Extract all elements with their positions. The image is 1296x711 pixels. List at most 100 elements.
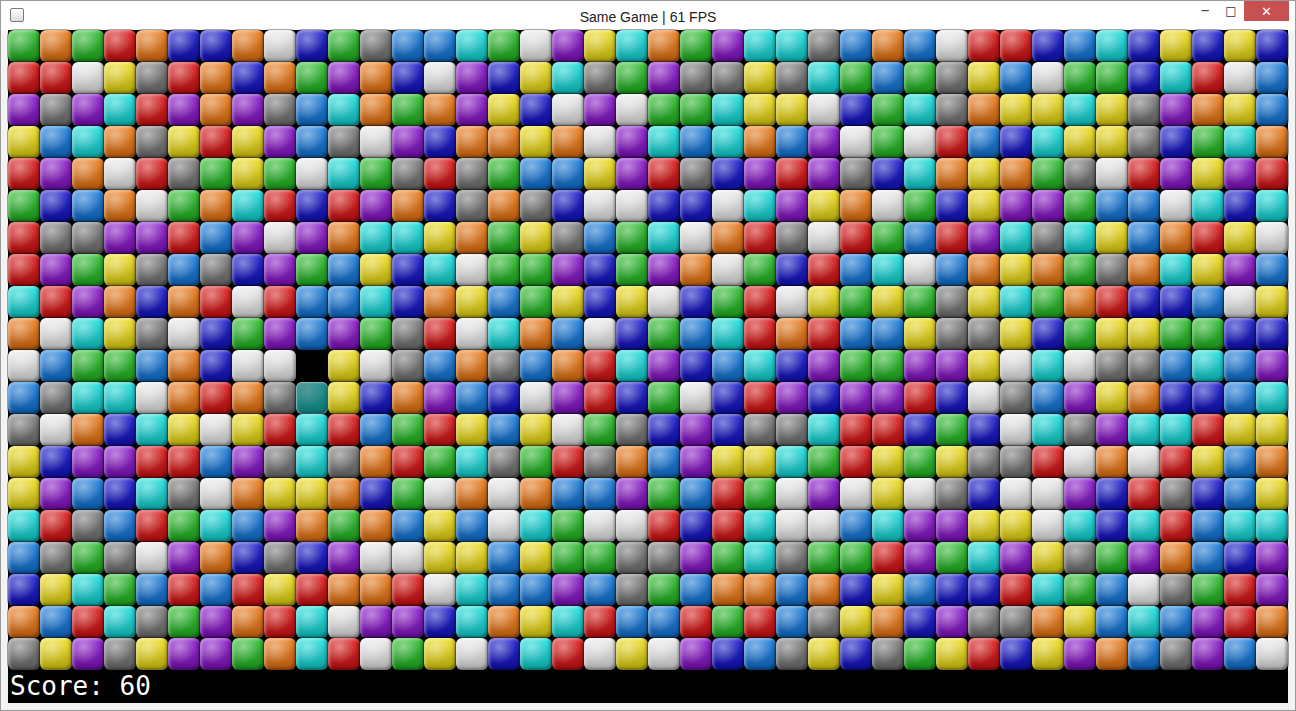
block[interactable] <box>424 574 456 606</box>
block[interactable] <box>712 94 744 126</box>
block[interactable] <box>232 638 264 670</box>
block[interactable] <box>712 190 744 222</box>
block[interactable] <box>1224 638 1256 670</box>
block[interactable] <box>456 94 488 126</box>
block[interactable] <box>936 446 968 478</box>
block[interactable] <box>40 126 72 158</box>
block[interactable] <box>616 286 648 318</box>
block[interactable] <box>264 30 296 62</box>
block[interactable] <box>488 158 520 190</box>
block[interactable] <box>392 382 424 414</box>
block[interactable] <box>424 254 456 286</box>
block[interactable] <box>40 478 72 510</box>
block[interactable] <box>776 414 808 446</box>
block[interactable] <box>1032 414 1064 446</box>
block[interactable] <box>520 350 552 382</box>
block[interactable] <box>328 254 360 286</box>
block[interactable] <box>936 574 968 606</box>
block[interactable] <box>520 510 552 542</box>
block[interactable] <box>200 446 232 478</box>
block[interactable] <box>1128 158 1160 190</box>
block[interactable] <box>936 606 968 638</box>
block[interactable] <box>1000 574 1032 606</box>
block[interactable] <box>296 126 328 158</box>
block[interactable] <box>1032 222 1064 254</box>
block[interactable] <box>104 638 136 670</box>
block[interactable] <box>456 62 488 94</box>
block[interactable] <box>776 30 808 62</box>
block[interactable] <box>8 94 40 126</box>
block[interactable] <box>136 94 168 126</box>
block[interactable] <box>360 382 392 414</box>
block[interactable] <box>1128 510 1160 542</box>
block[interactable] <box>680 478 712 510</box>
block[interactable] <box>1160 382 1192 414</box>
block[interactable] <box>904 574 936 606</box>
block[interactable] <box>424 318 456 350</box>
block[interactable] <box>136 222 168 254</box>
block[interactable] <box>1064 478 1096 510</box>
block[interactable] <box>1128 638 1160 670</box>
block[interactable] <box>488 350 520 382</box>
block[interactable] <box>680 510 712 542</box>
block[interactable] <box>648 126 680 158</box>
block[interactable] <box>1256 542 1288 574</box>
block[interactable] <box>104 158 136 190</box>
block[interactable] <box>776 62 808 94</box>
block[interactable] <box>488 126 520 158</box>
block[interactable] <box>8 158 40 190</box>
block[interactable] <box>968 478 1000 510</box>
block[interactable] <box>104 414 136 446</box>
block[interactable] <box>776 318 808 350</box>
block[interactable] <box>776 222 808 254</box>
block[interactable] <box>936 318 968 350</box>
block[interactable] <box>808 222 840 254</box>
block[interactable] <box>168 222 200 254</box>
block[interactable] <box>232 350 264 382</box>
block[interactable] <box>72 510 104 542</box>
block[interactable] <box>808 414 840 446</box>
block[interactable] <box>520 574 552 606</box>
block[interactable] <box>328 318 360 350</box>
block[interactable] <box>456 382 488 414</box>
block[interactable] <box>872 414 904 446</box>
block[interactable] <box>840 382 872 414</box>
block[interactable] <box>488 382 520 414</box>
block[interactable] <box>872 478 904 510</box>
block[interactable] <box>72 254 104 286</box>
block[interactable] <box>40 574 72 606</box>
block[interactable] <box>968 158 1000 190</box>
block[interactable] <box>744 606 776 638</box>
block[interactable] <box>296 190 328 222</box>
block[interactable] <box>776 478 808 510</box>
block[interactable] <box>168 126 200 158</box>
block[interactable] <box>1032 254 1064 286</box>
block[interactable] <box>1224 350 1256 382</box>
block[interactable] <box>1224 126 1256 158</box>
block[interactable] <box>712 638 744 670</box>
block[interactable] <box>1128 190 1160 222</box>
block[interactable] <box>168 30 200 62</box>
block[interactable] <box>680 254 712 286</box>
block[interactable] <box>680 94 712 126</box>
block[interactable] <box>872 382 904 414</box>
block[interactable] <box>424 62 456 94</box>
block[interactable] <box>360 318 392 350</box>
block[interactable] <box>936 478 968 510</box>
block[interactable] <box>200 510 232 542</box>
block[interactable] <box>1128 286 1160 318</box>
block[interactable] <box>840 478 872 510</box>
block[interactable] <box>552 606 584 638</box>
block[interactable] <box>1256 222 1288 254</box>
block[interactable] <box>264 478 296 510</box>
block[interactable] <box>328 606 360 638</box>
block[interactable] <box>616 190 648 222</box>
block[interactable] <box>488 414 520 446</box>
block[interactable] <box>296 542 328 574</box>
block[interactable] <box>584 190 616 222</box>
block[interactable] <box>808 94 840 126</box>
block[interactable] <box>1096 574 1128 606</box>
block[interactable] <box>1032 606 1064 638</box>
block[interactable] <box>584 414 616 446</box>
block[interactable] <box>296 318 328 350</box>
